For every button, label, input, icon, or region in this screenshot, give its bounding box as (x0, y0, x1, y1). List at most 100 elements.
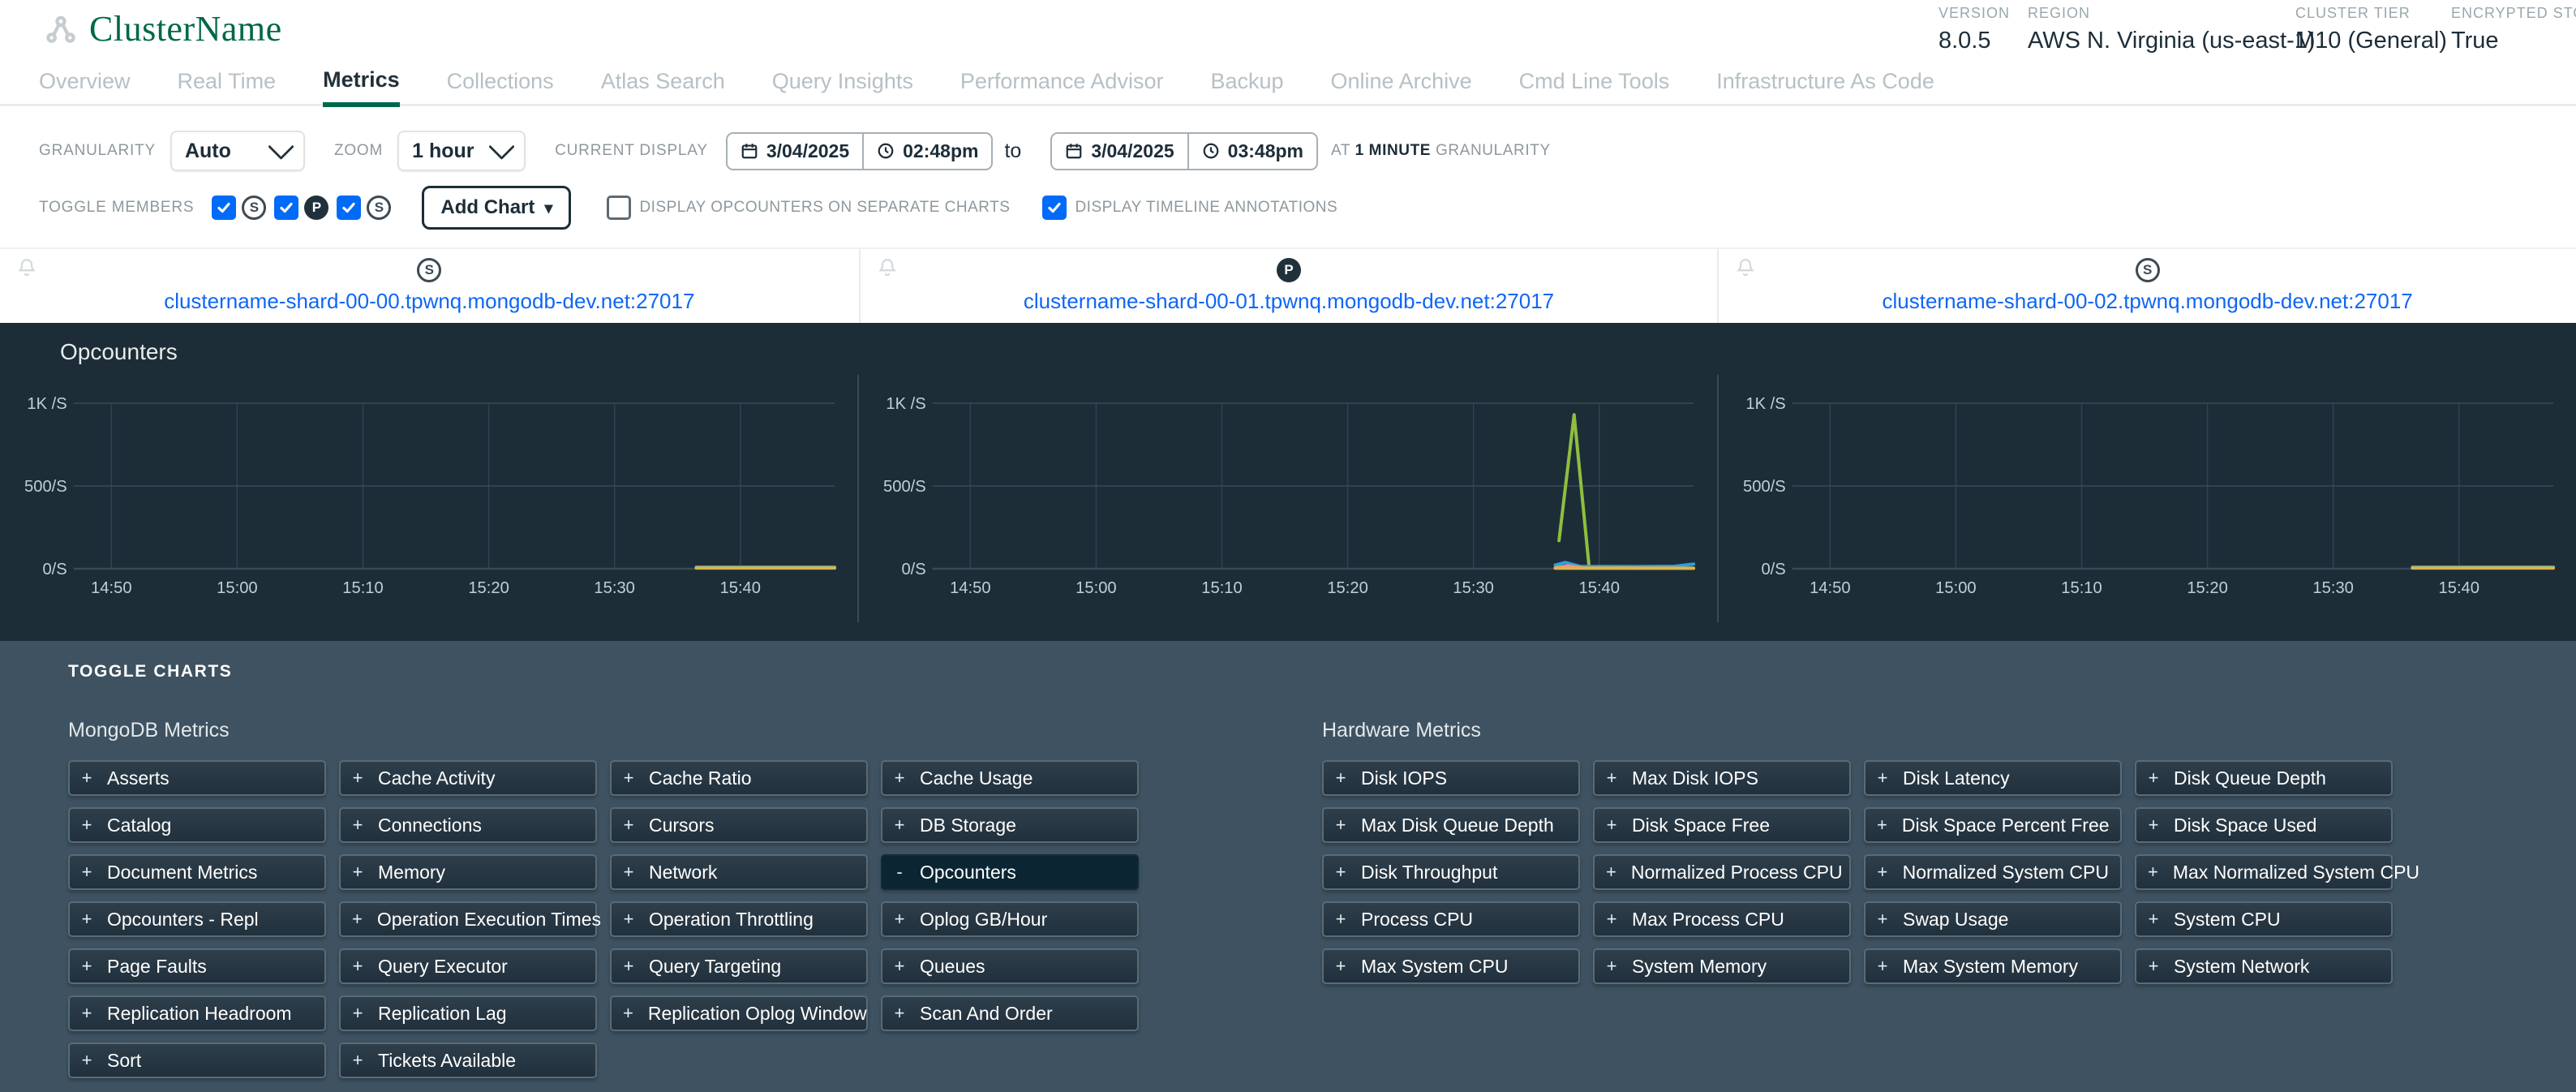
metric-label: Replication Oplog Window (648, 1003, 867, 1025)
metric-label: Page Faults (107, 956, 207, 978)
tab-infrastructure-as-code[interactable]: Infrastructure As Code (1716, 69, 1934, 104)
calendar-icon (741, 142, 758, 160)
metric-max-system-memory[interactable]: +Max System Memory (1864, 948, 2122, 984)
metric-disk-throughput[interactable]: +Disk Throughput (1322, 854, 1580, 890)
metric-disk-space-used[interactable]: +Disk Space Used (2135, 807, 2393, 843)
member-checkbox-1[interactable] (274, 196, 298, 220)
metric-cursors[interactable]: +Cursors (610, 807, 868, 843)
metric-cache-usage[interactable]: +Cache Usage (881, 760, 1139, 796)
metric-catalog[interactable]: +Catalog (68, 807, 326, 843)
zoom-value: 1 hour (412, 140, 474, 163)
plus-icon: + (2148, 956, 2159, 977)
svg-text:500/S: 500/S (1743, 478, 1786, 496)
shard-host-link[interactable]: clustername-shard-00-02.tpwnq.mongodb-de… (1883, 289, 2413, 314)
svg-text:0/S: 0/S (42, 561, 67, 578)
metric-memory[interactable]: +Memory (339, 854, 597, 890)
metric-max-process-cpu[interactable]: +Max Process CPU (1593, 901, 1851, 937)
metric-replication-lag[interactable]: +Replication Lag (339, 995, 597, 1031)
to-time-value: 03:48pm (1228, 140, 1303, 162)
metric-oplog-gb-hour[interactable]: +Oplog GB/Hour (881, 901, 1139, 937)
add-chart-button[interactable]: Add Chart ▾ (422, 186, 571, 230)
secondary-member-icon: S (367, 196, 391, 220)
metric-label: Normalized System CPU (1903, 862, 2109, 883)
tab-collections[interactable]: Collections (447, 69, 554, 104)
metric-label: Replication Lag (378, 1003, 507, 1025)
metric-system-network[interactable]: +System Network (2135, 948, 2393, 984)
metric-max-disk-queue-depth[interactable]: +Max Disk Queue Depth (1322, 807, 1580, 843)
metric-page-faults[interactable]: +Page Faults (68, 948, 326, 984)
metric-queues[interactable]: +Queues (881, 948, 1139, 984)
shard-host-link[interactable]: clustername-shard-00-00.tpwnq.mongodb-de… (164, 289, 694, 314)
metric-normalized-process-cpu[interactable]: +Normalized Process CPU (1593, 854, 1851, 890)
metric-system-cpu[interactable]: +System CPU (2135, 901, 2393, 937)
metric-cache-ratio[interactable]: +Cache Ratio (610, 760, 868, 796)
plus-icon: + (1606, 767, 1617, 789)
metric-disk-queue-depth[interactable]: +Disk Queue Depth (2135, 760, 2393, 796)
metric-document-metrics[interactable]: +Document Metrics (68, 854, 326, 890)
opcounters-chart-1[interactable]: 1K /S500/S0/S14:5015:0015:1015:2015:3015… (857, 375, 1716, 622)
metric-scan-and-order[interactable]: +Scan And Order (881, 995, 1139, 1031)
tab-metrics[interactable]: Metrics (323, 67, 400, 107)
metric-opcounters-repl[interactable]: +Opcounters - Repl (68, 901, 326, 937)
to-datetime-group: 3/04/2025 03:48pm (1050, 132, 1318, 170)
zoom-select[interactable]: 1 hour (397, 131, 526, 171)
metric-disk-space-percent-free[interactable]: +Disk Space Percent Free (1864, 807, 2122, 843)
tab-backup[interactable]: Backup (1210, 69, 1283, 104)
stat-label: Encrypted Storage (2451, 5, 2576, 22)
option-label: Display Opcounters On Separate Charts (639, 199, 1010, 217)
option-checkbox-display-opcounters-on-separate-charts[interactable] (607, 196, 631, 220)
opcounters-chart-2[interactable]: 1K /S500/S0/S14:5015:0015:1015:2015:3015… (1717, 375, 2576, 622)
metric-max-system-cpu[interactable]: +Max System CPU (1322, 948, 1580, 984)
tab-atlas-search[interactable]: Atlas Search (601, 69, 725, 104)
shard-host-link[interactable]: clustername-shard-00-01.tpwnq.mongodb-de… (1024, 289, 1554, 314)
metric-disk-space-free[interactable]: +Disk Space Free (1593, 807, 1851, 843)
svg-text:15:20: 15:20 (1328, 579, 1368, 597)
metric-query-targeting[interactable]: +Query Targeting (610, 948, 868, 984)
metric-opcounters[interactable]: -Opcounters (881, 854, 1139, 890)
metric-label: Query Executor (378, 956, 508, 978)
tab-cmd-line-tools[interactable]: Cmd Line Tools (1519, 69, 1670, 104)
metric-label: Max System Memory (1903, 956, 2078, 978)
metric-label: Disk Queue Depth (2174, 767, 2326, 789)
metric-disk-iops[interactable]: +Disk IOPS (1322, 760, 1580, 796)
tab-online-archive[interactable]: Online Archive (1331, 69, 1472, 104)
metric-query-executor[interactable]: +Query Executor (339, 948, 597, 984)
member-checkbox-0[interactable] (212, 196, 236, 220)
metric-network[interactable]: +Network (610, 854, 868, 890)
metric-asserts[interactable]: +Asserts (68, 760, 326, 796)
metric-swap-usage[interactable]: +Swap Usage (1864, 901, 2122, 937)
tab-query-insights[interactable]: Query Insights (772, 69, 913, 104)
metric-label: System Memory (1632, 956, 1767, 978)
option-checkbox-display-timeline-annotations[interactable] (1042, 196, 1067, 220)
metric-max-normalized-system-cpu[interactable]: +Max Normalized System CPU (2135, 854, 2393, 890)
opcounters-chart-0[interactable]: 1K /S500/S0/S14:5015:0015:1015:2015:3015… (0, 375, 857, 622)
metric-max-disk-iops[interactable]: +Max Disk IOPS (1593, 760, 1851, 796)
metric-replication-oplog-window[interactable]: +Replication Oplog Window (610, 995, 868, 1031)
chevron-down-icon (488, 133, 515, 160)
from-time-field[interactable]: 02:48pm (862, 134, 991, 169)
to-time-field[interactable]: 03:48pm (1187, 134, 1316, 169)
tab-overview[interactable]: Overview (39, 69, 131, 104)
from-date-field[interactable]: 3/04/2025 (728, 134, 862, 169)
tab-performance-advisor[interactable]: Performance Advisor (960, 69, 1164, 104)
plus-icon: + (81, 1003, 92, 1024)
metric-tickets-available[interactable]: +Tickets Available (339, 1043, 597, 1078)
metric-operation-execution-times[interactable]: +Operation Execution Times (339, 901, 597, 937)
metric-operation-throttling[interactable]: +Operation Throttling (610, 901, 868, 937)
metric-process-cpu[interactable]: +Process CPU (1322, 901, 1580, 937)
metric-group-mongodb-metrics: MongoDB Metrics+Asserts+Cache Activity+C… (68, 719, 1139, 1078)
metric-connections[interactable]: +Connections (339, 807, 597, 843)
to-date-field[interactable]: 3/04/2025 (1052, 134, 1187, 169)
tab-real-time[interactable]: Real Time (178, 69, 277, 104)
shard-panel-0: Sclustername-shard-00-00.tpwnq.mongodb-d… (0, 249, 859, 323)
granularity-select[interactable]: Auto (170, 131, 305, 171)
metric-sort[interactable]: +Sort (68, 1043, 326, 1078)
stat-value: AWS N. Virginia (us-east-1) (2028, 28, 2316, 54)
metric-normalized-system-cpu[interactable]: +Normalized System CPU (1864, 854, 2122, 890)
metric-cache-activity[interactable]: +Cache Activity (339, 760, 597, 796)
metric-db-storage[interactable]: +DB Storage (881, 807, 1139, 843)
metric-system-memory[interactable]: +System Memory (1593, 948, 1851, 984)
member-checkbox-2[interactable] (337, 196, 361, 220)
metric-disk-latency[interactable]: +Disk Latency (1864, 760, 2122, 796)
metric-replication-headroom[interactable]: +Replication Headroom (68, 995, 326, 1031)
